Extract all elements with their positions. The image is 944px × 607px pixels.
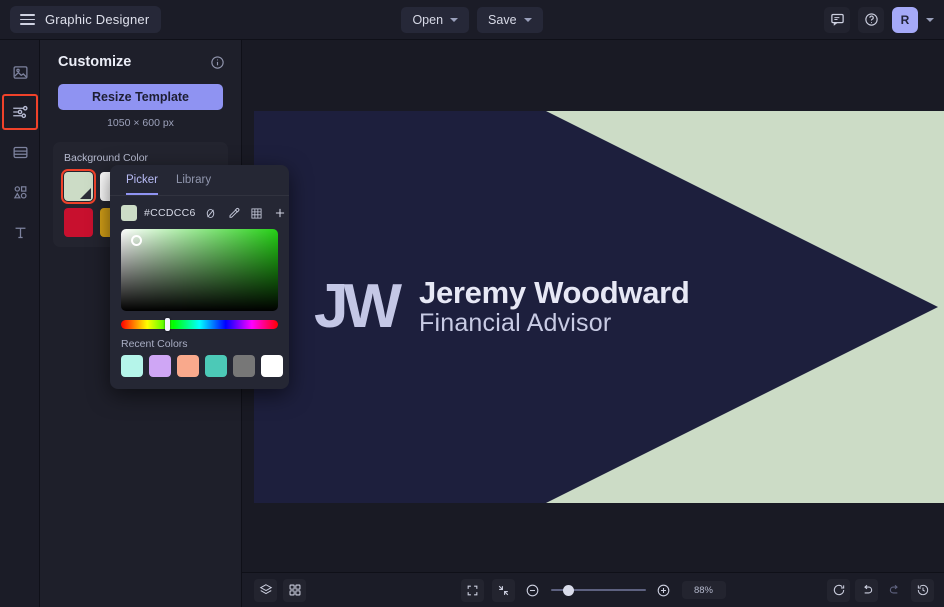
tool-rail bbox=[0, 40, 40, 607]
undo-button[interactable] bbox=[855, 579, 878, 602]
account-chevron-down-icon[interactable] bbox=[926, 18, 934, 22]
eyedropper-icon[interactable] bbox=[226, 205, 242, 221]
info-icon[interactable] bbox=[210, 55, 225, 70]
history-button[interactable] bbox=[911, 579, 934, 602]
recent-color-2[interactable] bbox=[149, 355, 171, 377]
logo-name: Jeremy Woodward bbox=[419, 276, 690, 309]
zoom-in-button[interactable] bbox=[654, 580, 674, 600]
sidebar-item-customize[interactable] bbox=[0, 92, 40, 132]
refresh-icon bbox=[832, 583, 846, 597]
text-icon bbox=[12, 224, 29, 241]
customize-panel-header: Customize bbox=[40, 40, 241, 80]
tab-picker[interactable]: Picker bbox=[126, 174, 158, 195]
hex-input[interactable]: #CCDCC6 bbox=[144, 207, 196, 219]
zoom-level-value[interactable]: 88% bbox=[682, 581, 726, 599]
save-menu-label: Save bbox=[488, 13, 517, 27]
graphic-designer-app: Graphic Designer Open Save bbox=[0, 0, 944, 607]
sidebar-item-text[interactable] bbox=[0, 212, 40, 252]
current-color-swatch[interactable] bbox=[121, 205, 137, 221]
zoom-out-icon bbox=[525, 583, 540, 598]
saturation-value-field[interactable] bbox=[121, 229, 278, 311]
top-bar: Graphic Designer Open Save bbox=[0, 0, 944, 40]
zoom-in-icon bbox=[656, 583, 671, 598]
zoom-out-button[interactable] bbox=[523, 580, 543, 600]
background-swatch-selected[interactable] bbox=[64, 172, 93, 201]
sidebar-item-layout[interactable] bbox=[0, 132, 40, 172]
bottom-bar: 88% bbox=[242, 572, 944, 607]
logo-role: Financial Advisor bbox=[419, 309, 690, 338]
canvas-stage[interactable]: JW Jeremy Woodward Financial Advisor bbox=[242, 40, 944, 572]
comment-icon bbox=[830, 12, 845, 27]
recent-color-1[interactable] bbox=[121, 355, 143, 377]
history-icon bbox=[916, 583, 930, 597]
sidebar-item-image[interactable] bbox=[0, 52, 40, 92]
hue-handle[interactable] bbox=[165, 318, 170, 331]
fit-screen-icon bbox=[466, 584, 479, 597]
chevron-down-icon bbox=[524, 18, 532, 22]
collapse-screen-icon bbox=[497, 584, 510, 597]
zoom-slider-thumb[interactable] bbox=[563, 585, 574, 596]
color-picker-tabs: Picker Library bbox=[110, 165, 289, 196]
collapse-screen-button[interactable] bbox=[492, 579, 515, 602]
background-swatch-red[interactable] bbox=[64, 208, 93, 237]
bottom-bar-right bbox=[827, 579, 934, 602]
palette-grid-icon[interactable] bbox=[249, 205, 265, 221]
sliders-icon bbox=[11, 103, 29, 121]
color-picker-popover[interactable]: Picker Library #CCDCC6 bbox=[110, 165, 289, 389]
top-bar-actions: R bbox=[824, 7, 934, 33]
top-bar-center-menus: Open Save bbox=[0, 7, 944, 33]
resize-template-button[interactable]: Resize Template bbox=[58, 84, 223, 110]
sidebar-item-shapes[interactable] bbox=[0, 172, 40, 212]
help-button[interactable] bbox=[858, 7, 884, 33]
recent-colors-row bbox=[121, 355, 289, 377]
comment-button[interactable] bbox=[824, 7, 850, 33]
hue-slider[interactable] bbox=[121, 320, 278, 329]
logo-lockup[interactable]: JW Jeremy Woodward Financial Advisor bbox=[314, 276, 690, 338]
zoom-slider[interactable] bbox=[551, 583, 646, 597]
sv-handle[interactable] bbox=[131, 235, 142, 246]
undo-icon bbox=[860, 583, 874, 597]
page-title: Customize bbox=[58, 54, 131, 70]
hex-row: #CCDCC6 bbox=[110, 196, 289, 221]
image-icon bbox=[12, 64, 29, 81]
redo-button[interactable] bbox=[883, 579, 906, 602]
add-color-icon[interactable] bbox=[272, 205, 288, 221]
layout-icon bbox=[12, 144, 29, 161]
shapes-icon bbox=[12, 184, 29, 201]
tab-library[interactable]: Library bbox=[176, 174, 211, 195]
logo-monogram: JW bbox=[314, 276, 397, 338]
recent-color-6[interactable] bbox=[261, 355, 283, 377]
recent-colors-label: Recent Colors bbox=[121, 338, 289, 350]
recent-color-5[interactable] bbox=[233, 355, 255, 377]
redo-icon bbox=[888, 583, 902, 597]
refresh-button[interactable] bbox=[827, 579, 850, 602]
template-dimensions: 1050 × 600 px bbox=[40, 117, 241, 129]
save-menu-button[interactable]: Save bbox=[477, 7, 543, 33]
logo-text-block: Jeremy Woodward Financial Advisor bbox=[419, 276, 690, 338]
recent-color-3[interactable] bbox=[177, 355, 199, 377]
help-circle-icon bbox=[864, 12, 879, 27]
fit-screen-button[interactable] bbox=[461, 579, 484, 602]
avatar[interactable]: R bbox=[892, 7, 918, 33]
background-color-label: Background Color bbox=[64, 152, 217, 164]
no-color-icon[interactable] bbox=[203, 205, 219, 221]
open-menu-button[interactable]: Open bbox=[401, 7, 469, 33]
chevron-down-icon bbox=[450, 18, 458, 22]
design-canvas[interactable]: JW Jeremy Woodward Financial Advisor bbox=[254, 111, 944, 503]
open-menu-label: Open bbox=[412, 13, 443, 27]
swatch-corner-icon bbox=[80, 188, 91, 199]
recent-color-4[interactable] bbox=[205, 355, 227, 377]
